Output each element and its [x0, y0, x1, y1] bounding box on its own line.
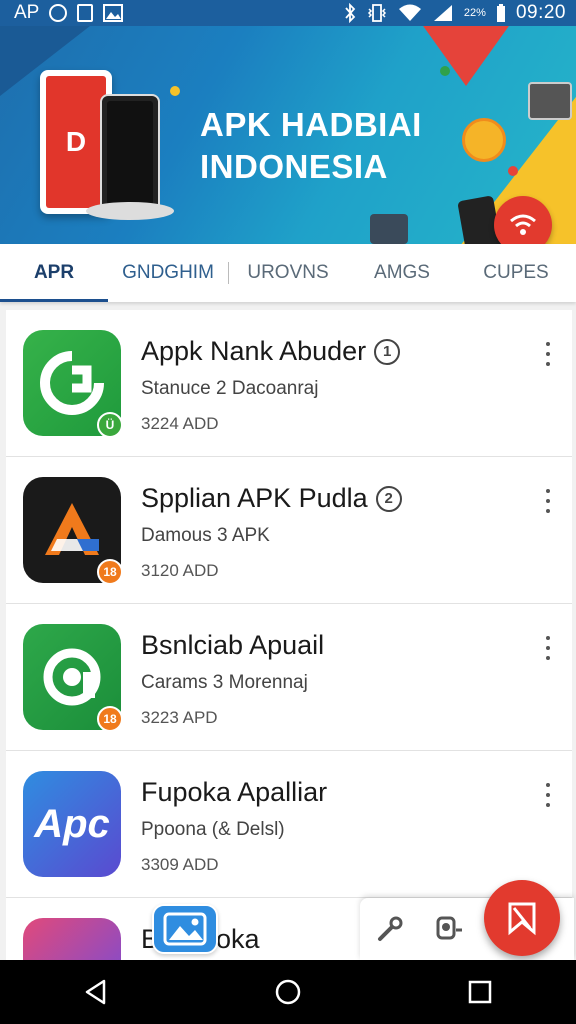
more-options-icon[interactable] — [538, 636, 558, 660]
image-notification-icon — [103, 3, 124, 23]
app-badge: Ü — [97, 412, 123, 438]
back-icon[interactable] — [64, 960, 128, 1024]
app-title: Spplian APK Pudla 2 — [141, 483, 402, 514]
app-size: 3120 ADD — [141, 561, 219, 580]
bluetooth-icon — [344, 3, 356, 23]
bookmark-icon[interactable] — [484, 880, 560, 956]
banner-dot — [508, 166, 518, 176]
home-icon[interactable] — [256, 960, 320, 1024]
app-list: Ü Appk Nank Abuder 1 Stanuce 2 Dacoanraj… — [6, 310, 572, 970]
banner-title-line1: APK HADBIAI — [200, 106, 422, 143]
signal-icon — [432, 3, 454, 23]
list-item[interactable]: 18 Spplian APK Pudla 2 Damous 3 APK 3120… — [6, 457, 572, 604]
camera-icon[interactable] — [420, 899, 480, 959]
key-icon[interactable] — [360, 899, 420, 959]
banner-phone-image-2 — [100, 94, 160, 212]
circle-notification-icon — [49, 4, 68, 22]
green-swirl-icon: Ü — [23, 330, 123, 438]
app-title: Appk Nank Abuder 1 — [141, 336, 401, 367]
more-options-icon[interactable] — [538, 783, 558, 807]
app-size: 3223 APD — [141, 708, 218, 727]
data-rate-text: 22% — [463, 7, 486, 19]
status-carrier-text: AP — [14, 2, 40, 23]
emoji-icon — [462, 118, 506, 162]
tab-amgs[interactable]: AMGS — [347, 244, 457, 302]
app-subtitle: Ppoona (& Delsl) — [141, 819, 285, 840]
banner-dot — [440, 66, 450, 76]
list-item[interactable]: Ü Appk Nank Abuder 1 Stanuce 2 Dacoanraj… — [6, 310, 572, 457]
status-time: 09:20 — [515, 2, 566, 23]
green-target-icon: 18 — [23, 624, 123, 732]
robot-icon — [528, 82, 572, 120]
more-options-icon[interactable] — [538, 489, 558, 513]
list-item[interactable]: 18 Bsnlciab Apuail Carams 3 Morennaj 322… — [6, 604, 572, 751]
info-icon[interactable]: 2 — [375, 485, 402, 512]
banner-dot — [170, 86, 180, 96]
wifi-icon — [398, 3, 422, 23]
app-title: Fupoka Apalliar — [141, 777, 328, 807]
banner-title: APK HADBIAI INDONESIA — [200, 104, 422, 188]
tab-urovns[interactable]: UROVNS — [229, 244, 347, 302]
status-left: AP — [14, 2, 124, 24]
promo-banner[interactable]: D APK HADBIAI INDONESIA — [0, 26, 576, 244]
recents-icon[interactable] — [448, 960, 512, 1024]
app-subtitle: Stanuce 2 Dacoanraj — [141, 378, 319, 399]
gallery-icon[interactable] — [152, 904, 218, 954]
vibrate-icon — [366, 3, 388, 23]
box-notification-icon — [77, 4, 94, 22]
app-subtitle: Damous 3 APK — [141, 525, 270, 546]
gadget-icon — [370, 214, 408, 244]
info-icon[interactable]: 1 — [374, 338, 401, 365]
app-size: 3224 ADD — [141, 414, 219, 433]
navigation-bar — [0, 960, 576, 1024]
category-tabs: APR GNDGHIM UROVNS AMGS CUPES — [0, 244, 576, 302]
banner-decoration — [416, 26, 516, 86]
app-subtitle: Carams 3 Morennaj — [141, 672, 308, 693]
status-bar: AP 22% 09:20 — [0, 0, 576, 26]
app-size: 3309 ADD — [141, 855, 219, 874]
app-badge: 18 — [97, 559, 123, 585]
status-right: 22% 09:20 — [344, 2, 566, 24]
tab-cupes[interactable]: CUPES — [457, 244, 575, 302]
app-title: Bsnlciab Apuail — [141, 630, 325, 660]
tab-apr[interactable]: APR — [0, 244, 108, 302]
tab-gndghim[interactable]: GNDGHIM — [108, 244, 228, 302]
apk-a-logo-icon: 18 — [23, 477, 123, 585]
banner-phone-stand — [86, 202, 174, 220]
banner-phone-screen: D — [46, 76, 106, 208]
more-options-icon[interactable] — [538, 342, 558, 366]
apc-logo-icon: Apc — [23, 771, 121, 877]
battery-icon — [496, 3, 506, 23]
list-item[interactable]: Apc Fupoka Apalliar Ppoona (& Delsl) 330… — [6, 751, 572, 898]
app-badge: 18 — [97, 706, 123, 732]
banner-title-line2: INDONESIA — [200, 148, 388, 185]
